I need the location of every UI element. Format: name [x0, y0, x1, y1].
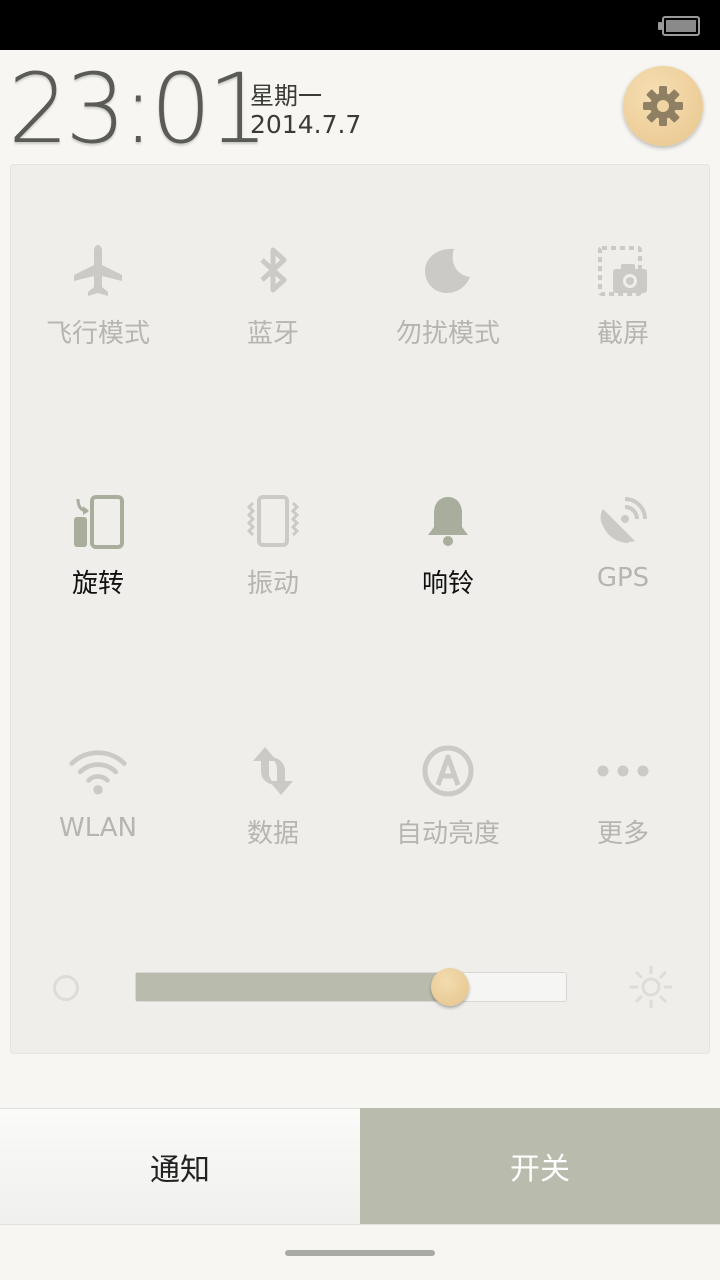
toggle-label: 勿扰模式	[395, 319, 500, 349]
auto-brightness-icon	[418, 741, 478, 801]
toggle-label: 更多	[596, 819, 649, 849]
home-handle[interactable]	[285, 1250, 435, 1256]
toggle-label: 振动	[246, 569, 299, 599]
bluetooth-icon	[243, 241, 303, 301]
toggle-label: WLAN	[58, 813, 138, 843]
toggle-label: 自动亮度	[395, 819, 500, 849]
brightness-high-icon	[629, 965, 673, 1009]
toggle-wlan[interactable]: WLAN	[13, 741, 183, 881]
toggle-label: 飞行模式	[45, 319, 150, 349]
vibrate-icon	[243, 491, 303, 551]
toggle-do-not-disturb[interactable]: 勿扰模式	[363, 241, 533, 381]
gps-icon	[593, 491, 653, 551]
screenshot-icon	[593, 241, 653, 301]
toggle-ring[interactable]: 响铃	[363, 491, 533, 631]
brightness-slider-knob[interactable]	[430, 968, 469, 1006]
toggle-label: GPS	[596, 563, 650, 593]
navigation-bar	[0, 1224, 720, 1280]
toggle-rotate[interactable]: 旋转	[13, 491, 183, 631]
battery-icon	[658, 16, 700, 36]
toggle-label: 蓝牙	[246, 319, 299, 349]
toggle-vibrate[interactable]: 振动	[188, 491, 358, 631]
header: 23:01 星期一 2014.7.7	[0, 50, 720, 165]
toggle-bluetooth[interactable]: 蓝牙	[188, 241, 358, 381]
moon-icon	[418, 241, 478, 301]
date: 2014.7.7	[250, 110, 362, 139]
toggle-label: 响铃	[421, 569, 474, 599]
rotate-icon	[68, 491, 128, 551]
wifi-icon	[68, 741, 128, 801]
toggle-label: 截屏	[596, 319, 649, 349]
brightness-slider[interactable]	[135, 968, 567, 1006]
data-icon	[243, 741, 303, 801]
toggle-airplane[interactable]: 飞行模式	[13, 241, 183, 381]
brightness-low-icon	[53, 975, 79, 1001]
airplane-icon	[68, 241, 128, 301]
bell-icon	[418, 491, 478, 551]
toggle-screenshot[interactable]: 截屏	[538, 241, 708, 381]
toggle-more[interactable]: 更多	[538, 741, 708, 881]
clock: 23:01	[8, 53, 269, 165]
toggle-data[interactable]: 数据	[188, 741, 358, 881]
tab-switches[interactable]: 开关	[360, 1108, 720, 1224]
tab-notifications[interactable]: 通知	[0, 1108, 360, 1224]
toggle-label: 数据	[246, 819, 299, 849]
settings-button[interactable]	[623, 66, 703, 146]
toggle-gps[interactable]: GPS	[538, 491, 708, 631]
more-icon	[593, 741, 653, 801]
weekday: 星期一	[250, 82, 322, 110]
toggle-label: 旋转	[71, 569, 124, 599]
toggle-auto-brightness[interactable]: 自动亮度	[363, 741, 533, 881]
brightness-slider-fill	[136, 973, 450, 1001]
gear-icon	[643, 86, 683, 126]
status-bar	[0, 0, 720, 50]
quick-settings-panel: 飞行模式 蓝牙 勿扰模式 截屏 旋转 振动 响铃 GPS WLAN 数据 自动亮…	[10, 164, 710, 1054]
